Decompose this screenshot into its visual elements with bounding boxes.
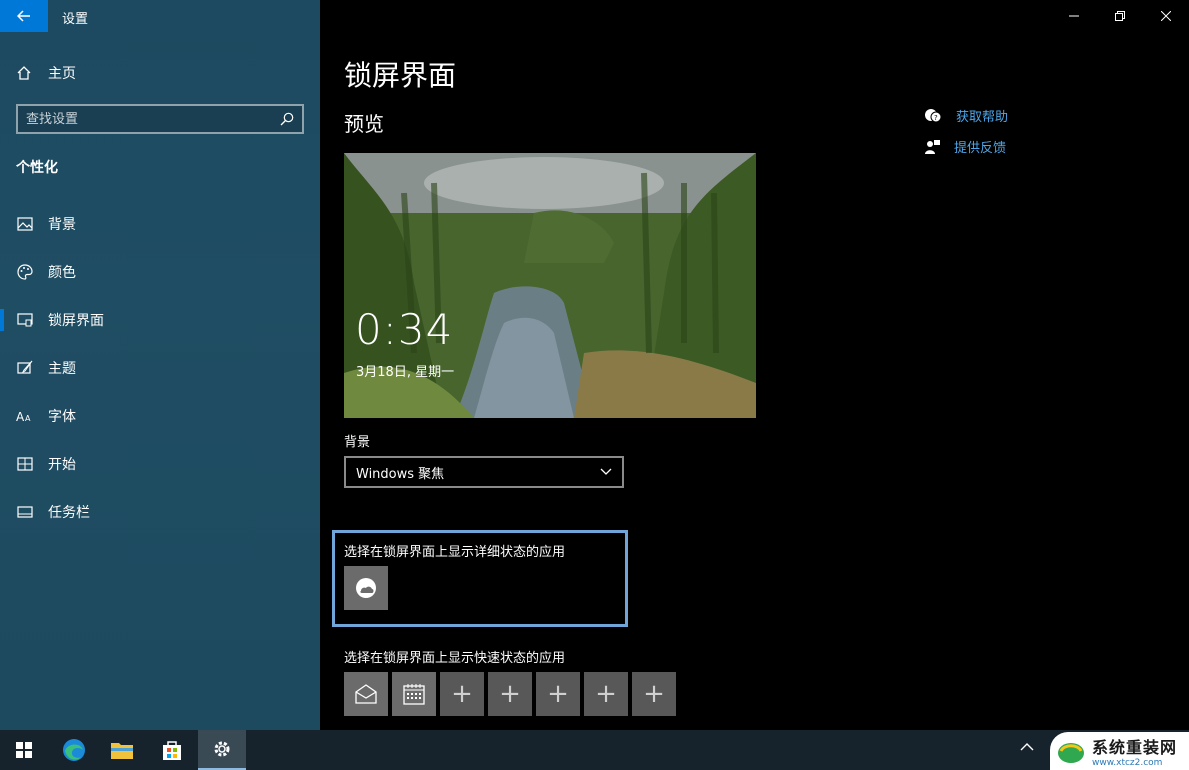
mail-icon xyxy=(355,684,377,704)
help-chat-icon: ? xyxy=(925,108,942,122)
font-icon: AA xyxy=(16,407,34,425)
window-controls xyxy=(1051,0,1189,32)
plus-icon: + xyxy=(643,679,665,709)
quick-app-calendar[interactable] xyxy=(392,672,436,716)
search-box[interactable] xyxy=(16,104,304,134)
feedback-link[interactable]: 提供反馈 xyxy=(924,131,1008,162)
start-grid-icon xyxy=(16,455,34,473)
background-dropdown-value: Windows 聚焦 xyxy=(356,466,445,482)
sidebar-item-label: 字体 xyxy=(48,409,76,425)
plus-icon: + xyxy=(595,679,617,709)
restore-icon xyxy=(1115,11,1125,21)
get-help-label[interactable]: 获取帮助 xyxy=(956,106,1008,125)
quick-add-slot[interactable]: + xyxy=(584,672,628,716)
sidebar: 设置 主页 个性化 背景 颜色 xyxy=(0,0,320,730)
search-input[interactable] xyxy=(26,111,280,127)
lock-screen-icon xyxy=(16,311,34,329)
watermark-logo-icon xyxy=(1058,743,1084,763)
quick-add-slot[interactable]: + xyxy=(536,672,580,716)
sidebar-item-label: 颜色 xyxy=(48,265,76,281)
sidebar-item-background[interactable]: 背景 xyxy=(0,200,320,248)
sidebar-item-colors[interactable]: 颜色 xyxy=(0,248,320,296)
taskbar-store[interactable] xyxy=(148,730,196,770)
plus-icon: + xyxy=(547,679,569,709)
sidebar-item-themes[interactable]: 主题 xyxy=(0,344,320,392)
close-button[interactable] xyxy=(1143,0,1189,32)
section-title: 个性化 xyxy=(16,160,58,176)
taskbar-edge[interactable] xyxy=(50,730,98,770)
background-label: 背景 xyxy=(344,435,371,450)
app-title: 设置 xyxy=(62,12,89,27)
plus-icon: + xyxy=(499,679,521,709)
preview-date: 3月18日, 星期一 xyxy=(356,365,455,380)
main-content: 锁屏界面 预览 ? 获取帮助 提供反馈 0:34 3月18日, 星期一 背景 W… xyxy=(320,0,1189,730)
sidebar-item-taskbar[interactable]: 任务栏 xyxy=(0,488,320,536)
titlebar-left: 设置 xyxy=(0,0,320,32)
restore-button[interactable] xyxy=(1097,0,1143,32)
sidebar-item-label: 主题 xyxy=(48,361,76,377)
home-nav-item[interactable]: 主页 xyxy=(16,62,76,84)
quick-add-slot[interactable]: + xyxy=(632,672,676,716)
start-button[interactable] xyxy=(0,730,48,770)
plus-icon: + xyxy=(451,679,473,709)
preview-heading: 预览 xyxy=(344,112,384,136)
calendar-icon xyxy=(403,684,425,705)
picture-icon xyxy=(16,215,34,233)
page-title: 锁屏界面 xyxy=(344,59,457,92)
quick-add-slot[interactable]: + xyxy=(440,672,484,716)
sidebar-item-label: 任务栏 xyxy=(48,505,90,521)
help-links: ? 获取帮助 提供反馈 xyxy=(924,100,1008,162)
windows-start-icon xyxy=(16,742,32,758)
home-icon xyxy=(17,66,31,80)
minimize-button[interactable] xyxy=(1051,0,1097,32)
watermark-url: www.xtcz2.com xyxy=(1092,758,1163,768)
weather-icon xyxy=(356,578,376,598)
back-arrow-icon xyxy=(17,10,30,22)
chevron-down-icon xyxy=(600,468,612,475)
sidebar-item-fonts[interactable]: AA 字体 xyxy=(0,392,320,440)
svg-text:A: A xyxy=(25,414,31,423)
file-explorer-icon xyxy=(111,743,133,759)
get-help-link[interactable]: ? 获取帮助 xyxy=(924,100,1008,131)
taskbar-icon xyxy=(16,503,34,521)
svg-text:?: ? xyxy=(934,114,938,122)
quick-app-mail[interactable] xyxy=(344,672,388,716)
sidebar-item-label: 开始 xyxy=(48,457,76,473)
sidebar-item-label: 背景 xyxy=(48,217,76,233)
taskbar xyxy=(0,730,1189,770)
minimize-icon xyxy=(1069,15,1079,17)
feedback-label[interactable]: 提供反馈 xyxy=(954,137,1006,156)
lock-screen-preview: 0:34 3月18日, 星期一 xyxy=(344,153,756,418)
settings-gear-icon xyxy=(214,741,230,757)
close-icon xyxy=(1161,11,1171,21)
quick-status-row: + + + + + xyxy=(344,672,676,716)
search-icon[interactable] xyxy=(280,112,294,126)
detail-status-label: 选择在锁屏界面上显示详细状态的应用 xyxy=(344,545,566,560)
watermark-logo: 系统重装网 www.xtcz2.com xyxy=(1050,732,1189,770)
theme-brush-icon xyxy=(16,359,34,377)
quick-status-label: 选择在锁屏界面上显示快速状态的应用 xyxy=(344,651,566,666)
home-label: 主页 xyxy=(48,66,76,82)
taskbar-explorer[interactable] xyxy=(98,730,146,770)
sidebar-item-start[interactable]: 开始 xyxy=(0,440,320,488)
store-icon xyxy=(163,741,181,760)
preview-clock: 0:34 xyxy=(355,305,454,354)
svg-text:A: A xyxy=(16,410,25,423)
tray-chevron-up-icon[interactable] xyxy=(1020,742,1034,752)
back-button[interactable] xyxy=(0,0,48,32)
detail-status-app-button[interactable] xyxy=(344,566,388,610)
nav-list: 背景 颜色 锁屏界面 主题 AA 字体 开始 任务栏 xyxy=(0,200,320,536)
background-dropdown[interactable]: Windows 聚焦 xyxy=(344,456,624,488)
feedback-person-icon xyxy=(925,139,940,154)
taskbar-settings[interactable] xyxy=(198,730,246,770)
palette-icon xyxy=(16,263,34,281)
watermark-title: 系统重装网 xyxy=(1092,738,1178,757)
sidebar-item-label: 锁屏界面 xyxy=(48,313,104,329)
sidebar-item-lock-screen[interactable]: 锁屏界面 xyxy=(0,296,320,344)
quick-add-slot[interactable]: + xyxy=(488,672,532,716)
edge-icon xyxy=(63,739,85,761)
